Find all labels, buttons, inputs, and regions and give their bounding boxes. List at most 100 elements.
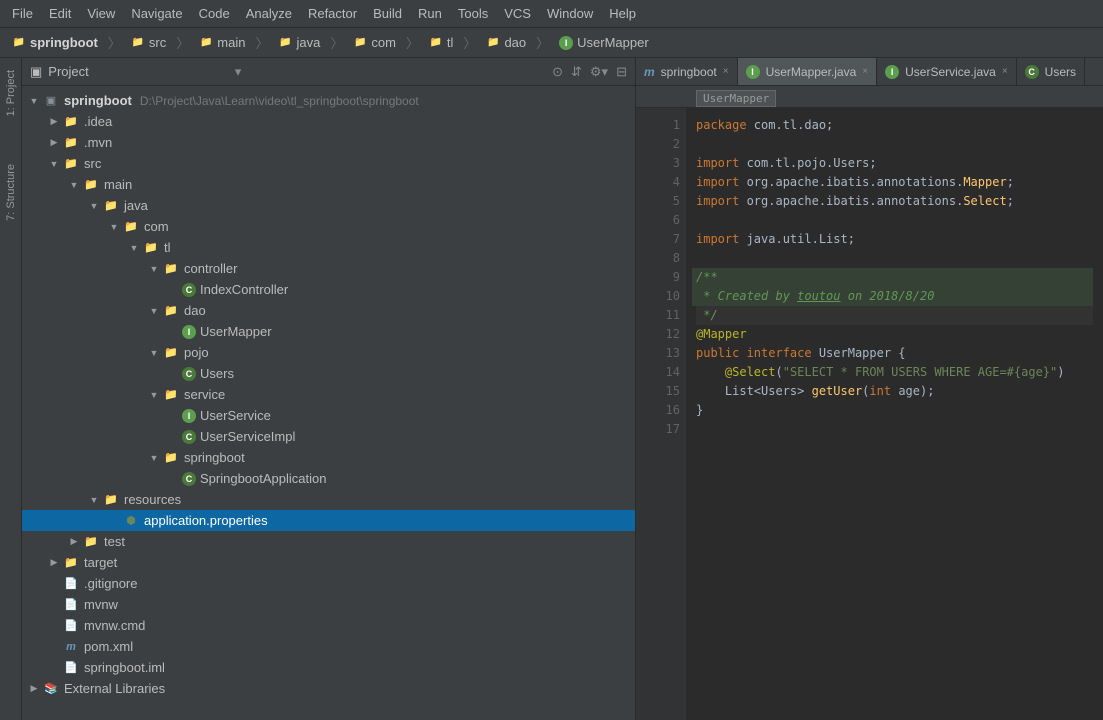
maven-icon: m [644,65,655,79]
code-editor[interactable]: 1234567891011121314151617 package com.tl… [636,108,1103,720]
interface-icon: I [182,325,196,339]
crumb-com[interactable]: 📁com [349,33,400,52]
tree-mvnw-cmd[interactable]: 📄mvnw.cmd [22,615,635,636]
class-icon: C [182,472,196,486]
menu-code[interactable]: Code [191,2,238,25]
tree-test[interactable]: ▶📁test [22,531,635,552]
line-gutter: 1234567891011121314151617 [636,108,686,720]
expand-icon[interactable]: ▼ [86,495,102,505]
menu-build[interactable]: Build [365,2,410,25]
expand-icon[interactable]: ▶ [46,137,62,148]
project-dropdown-icon[interactable]: ▾ [235,64,242,80]
collapse-icon[interactable]: ⇵ [571,64,582,80]
expand-icon[interactable]: ▼ [86,201,102,211]
tool-tab-project[interactable]: 1: Project [3,66,19,120]
tree-pom[interactable]: mpom.xml [22,636,635,657]
expand-icon[interactable]: ▼ [146,453,162,463]
package-icon: 📁 [142,241,160,254]
crumb-dao[interactable]: 📁dao [482,33,530,52]
crumb-tl[interactable]: 📁tl [425,33,458,52]
menu-vcs[interactable]: VCS [496,2,539,25]
tree-app-properties[interactable]: ⬢application.properties [22,510,635,531]
tab-users[interactable]: CUsers [1017,58,1085,85]
crumb-main[interactable]: 📁main [195,33,249,52]
close-icon[interactable]: × [723,66,729,77]
tree-service[interactable]: ▼📁service [22,384,635,405]
close-icon[interactable]: × [1002,66,1008,77]
menu-run[interactable]: Run [410,2,450,25]
package-icon: 📁 [162,262,180,275]
menu-tools[interactable]: Tools [450,2,496,25]
expand-icon[interactable]: ▼ [146,348,162,358]
tree-ext-libs[interactable]: ▶📚External Libraries [22,678,635,699]
tree-gitignore[interactable]: 📄.gitignore [22,573,635,594]
tree-users[interactable]: CUsers [22,363,635,384]
hide-icon[interactable]: ⊟ [616,64,627,80]
menu-help[interactable]: Help [601,2,644,25]
tree-main[interactable]: ▼📁main [22,174,635,195]
menu-refactor[interactable]: Refactor [300,2,365,25]
tree-indexcontroller[interactable]: CIndexController [22,279,635,300]
menu-file[interactable]: File [4,2,41,25]
tree-userservice[interactable]: IUserService [22,405,635,426]
tree-target[interactable]: ▶📁target [22,552,635,573]
tool-tab-structure[interactable]: 7: Structure [3,160,19,225]
file-icon: 📄 [62,598,80,611]
tree-mvnw[interactable]: 📄mvnw [22,594,635,615]
library-icon: 📚 [42,682,60,695]
tab-userservice[interactable]: IUserService.java× [877,58,1017,85]
menu-edit[interactable]: Edit [41,2,79,25]
expand-icon[interactable]: ▶ [26,683,42,694]
menu-navigate[interactable]: Navigate [123,2,190,25]
crumb-usermapper[interactable]: IUserMapper [555,33,653,52]
crumb-src[interactable]: 📁src [127,33,170,52]
nav-crumb[interactable]: UserMapper [696,90,776,107]
menu-window[interactable]: Window [539,2,601,25]
expand-icon[interactable]: ▼ [46,159,62,169]
crumb-java[interactable]: 📁java [274,33,324,52]
tree-springbootapp[interactable]: CSpringbootApplication [22,468,635,489]
expand-icon[interactable]: ▼ [146,264,162,274]
tree-java[interactable]: ▼📁java [22,195,635,216]
tab-springboot[interactable]: mspringboot× [636,58,738,85]
tree-iml[interactable]: 📄springboot.iml [22,657,635,678]
tree-src[interactable]: ▼📁src [22,153,635,174]
tree-com[interactable]: ▼📁com [22,216,635,237]
locate-icon[interactable]: ⊙ [552,64,563,80]
tree-resources[interactable]: ▼📁resources [22,489,635,510]
menubar: File Edit View Navigate Code Analyze Ref… [0,0,1103,28]
project-title-text[interactable]: Project [48,64,88,79]
crumb-sep: 〉 [108,33,121,52]
tree-tl[interactable]: ▼📁tl [22,237,635,258]
menu-view[interactable]: View [79,2,123,25]
tree-springboot-pkg[interactable]: ▼📁springboot [22,447,635,468]
crumb-springboot[interactable]: 📁springboot [8,33,102,52]
package-icon: 📁 [122,220,140,233]
expand-icon[interactable]: ▼ [146,306,162,316]
close-icon[interactable]: × [862,66,868,77]
expand-icon[interactable]: ▼ [66,180,82,190]
maven-icon: m [62,641,80,653]
folder-icon: 📁 [353,36,367,50]
expand-icon[interactable]: ▼ [146,390,162,400]
expand-icon[interactable]: ▶ [46,557,62,568]
expand-icon[interactable]: ▼ [126,243,142,253]
tree-controller[interactable]: ▼📁controller [22,258,635,279]
tree-usermapper[interactable]: IUserMapper [22,321,635,342]
tree-mvn[interactable]: ▶📁.mvn [22,132,635,153]
folder-icon: 📁 [82,535,100,548]
tree-root[interactable]: ▼ ▣ springboot D:\Project\Java\Learn\vid… [22,90,635,111]
tree-pojo[interactable]: ▼📁pojo [22,342,635,363]
expand-icon[interactable]: ▶ [46,116,62,127]
expand-icon[interactable]: ▶ [66,536,82,547]
tree-userserviceimpl[interactable]: CUserServiceImpl [22,426,635,447]
code-content[interactable]: package com.tl.dao; import com.tl.pojo.U… [686,108,1103,720]
expand-icon[interactable]: ▼ [106,222,122,232]
tab-usermapper[interactable]: IUserMapper.java× [738,58,878,85]
package-icon: 📁 [162,451,180,464]
tree-idea[interactable]: ▶📁.idea [22,111,635,132]
expand-icon[interactable]: ▼ [26,96,42,106]
menu-analyze[interactable]: Analyze [238,2,300,25]
settings-icon[interactable]: ⚙▾ [590,64,608,80]
tree-dao[interactable]: ▼📁dao [22,300,635,321]
